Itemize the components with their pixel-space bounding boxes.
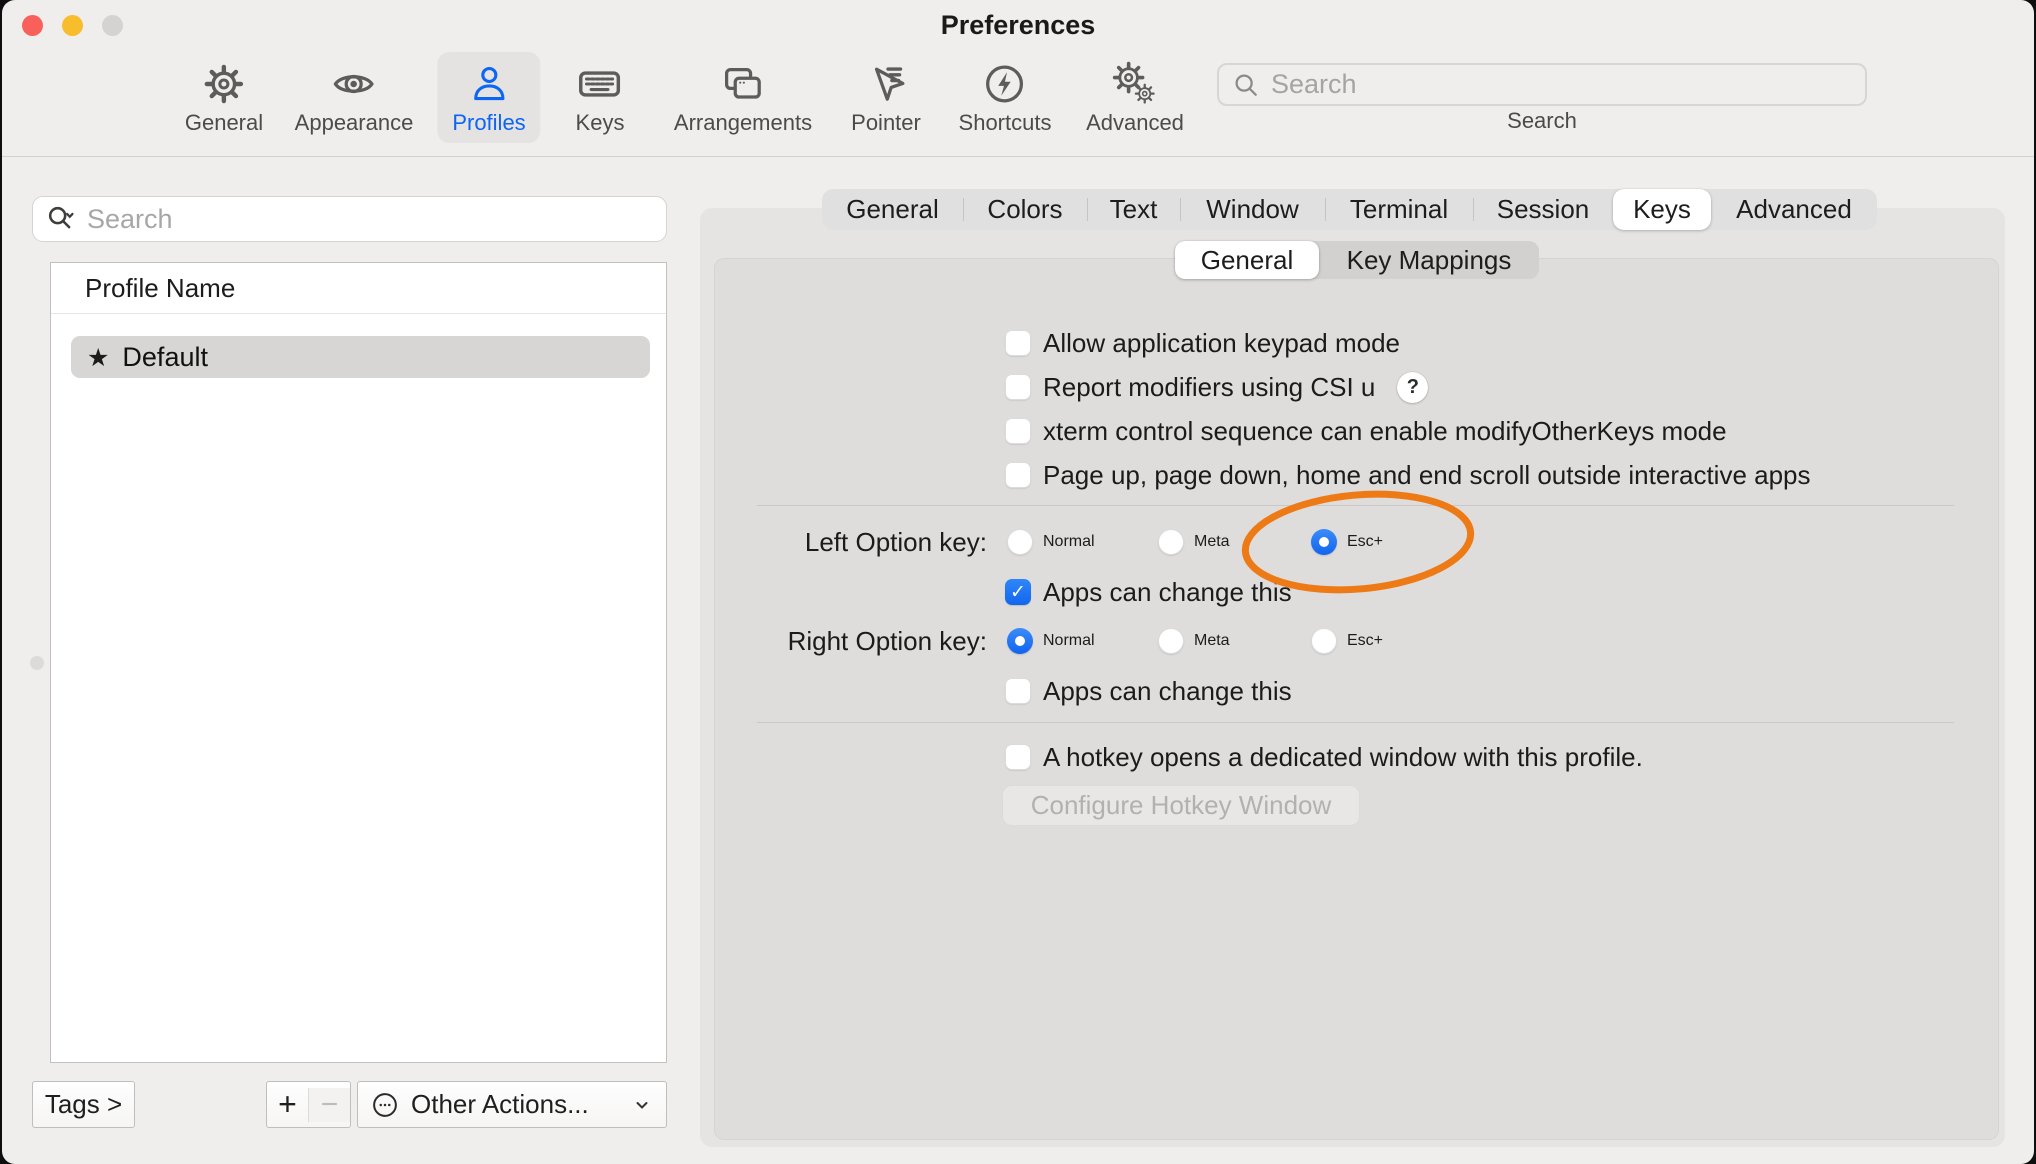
profile-row-default[interactable]: ★ Default: [71, 336, 650, 378]
splitter-dot: [30, 656, 44, 670]
radio-right-meta[interactable]: Meta: [1158, 628, 1230, 654]
checkbox-box: [1005, 374, 1031, 400]
radio-left-meta[interactable]: Meta: [1158, 529, 1230, 555]
toolbar-search-input[interactable]: [1269, 68, 1853, 101]
add-profile-button[interactable]: +: [267, 1086, 308, 1123]
ellipsis-circle-icon: [370, 1090, 400, 1120]
other-actions-label: Other Actions...: [411, 1089, 589, 1120]
toolbar-divider: [2, 156, 2034, 157]
subtab-key-mappings[interactable]: Key Mappings: [1319, 241, 1539, 279]
help-button[interactable]: ?: [1397, 372, 1428, 403]
toolbar-item-pointer[interactable]: Pointer: [836, 52, 936, 143]
profile-list-header: Profile Name: [51, 263, 666, 314]
checkbox-hotkey-window[interactable]: A hotkey opens a dedicated window with t…: [1005, 744, 1643, 770]
tab-separator: [963, 198, 964, 221]
tab-session[interactable]: Session: [1473, 189, 1613, 230]
radio-circle: [1158, 628, 1184, 654]
right-option-label: Right Option key:: [707, 628, 987, 654]
checkbox-modify-other-keys[interactable]: xterm control sequence can enable modify…: [1005, 418, 1727, 444]
screen: Preferences General Appearance Profiles: [0, 0, 2036, 1164]
checkbox-box: [1005, 330, 1031, 356]
radio-right-esc[interactable]: Esc+: [1311, 628, 1383, 654]
other-actions-dropdown[interactable]: Other Actions...: [357, 1081, 667, 1128]
profile-list: Profile Name ★ Default: [50, 262, 667, 1063]
configure-hotkey-window-button[interactable]: Configure Hotkey Window: [1002, 785, 1360, 826]
keyboard-icon: [577, 61, 623, 107]
tab-window[interactable]: Window: [1180, 189, 1325, 230]
toolbar-search-field[interactable]: [1217, 63, 1867, 106]
tab-keys[interactable]: Keys: [1613, 189, 1711, 230]
radio-circle: [1311, 628, 1337, 654]
bolt-circle-icon: [982, 61, 1028, 107]
annotation-ellipse: [1235, 483, 1485, 605]
toolbar-item-arrangements[interactable]: Arrangements: [659, 52, 827, 143]
toolbar-search-label: Search: [1392, 108, 1692, 134]
radio-circle: [1158, 529, 1184, 555]
radio-circle: [1007, 529, 1033, 555]
subtab-general[interactable]: General: [1175, 241, 1319, 279]
window-title: Preferences: [2, 10, 2034, 41]
radio-right-normal[interactable]: Normal: [1007, 628, 1095, 654]
profile-search-field[interactable]: [32, 196, 667, 242]
profile-name: Default: [122, 342, 208, 373]
eye-icon: [331, 61, 377, 107]
search-icon: [1231, 70, 1261, 100]
cursor-icon: [863, 61, 909, 107]
profile-tabbar: General Colors Text Window Terminal Sess…: [822, 189, 1877, 230]
radio-circle: [1007, 628, 1033, 654]
keys-subtabbar: General Key Mappings: [1175, 241, 1539, 279]
toolbar-item-keys[interactable]: Keys: [561, 52, 640, 143]
tab-text[interactable]: Text: [1087, 189, 1180, 230]
checkbox-box: [1005, 678, 1031, 704]
person-icon: [466, 61, 512, 107]
tab-colors[interactable]: Colors: [963, 189, 1087, 230]
gears-icon: [1112, 61, 1158, 107]
section-divider: [757, 722, 1954, 723]
toolbar-item-general[interactable]: General: [170, 52, 278, 143]
gear-icon: [201, 61, 247, 107]
tab-separator: [1087, 198, 1088, 221]
chevron-down-icon: [630, 1093, 654, 1117]
tab-separator: [1180, 198, 1181, 221]
checkbox-box: [1005, 462, 1031, 488]
tags-button[interactable]: Tags >: [32, 1081, 135, 1128]
toolbar-item-advanced[interactable]: Advanced: [1071, 52, 1199, 143]
checkbox-right-apps-can-change[interactable]: Apps can change this: [1005, 678, 1292, 704]
tab-separator: [1325, 198, 1326, 221]
checkbox-keypad-mode[interactable]: Allow application keypad mode: [1005, 330, 1400, 356]
windows-icon: [720, 61, 766, 107]
add-remove-group: + −: [266, 1081, 351, 1128]
tab-terminal[interactable]: Terminal: [1325, 189, 1473, 230]
toolbar-item-profiles[interactable]: Profiles: [437, 52, 540, 143]
left-option-label: Left Option key:: [707, 529, 987, 555]
tab-general[interactable]: General: [822, 189, 963, 230]
search-menu-icon: [45, 203, 77, 235]
profile-search-input[interactable]: [85, 203, 654, 236]
toolbar-item-shortcuts[interactable]: Shortcuts: [944, 52, 1067, 143]
preferences-window: Preferences General Appearance Profiles: [2, 0, 2034, 1164]
checkbox-csi-u[interactable]: Report modifiers using CSI u ?: [1005, 374, 1428, 400]
tab-separator: [1473, 198, 1474, 221]
remove-profile-button[interactable]: −: [308, 1088, 350, 1122]
toolbar-item-appearance[interactable]: Appearance: [280, 52, 429, 143]
tab-advanced[interactable]: Advanced: [1711, 189, 1877, 230]
checkbox-box: [1005, 579, 1031, 605]
checkbox-box: [1005, 744, 1031, 770]
star-icon: ★: [87, 343, 109, 372]
radio-left-normal[interactable]: Normal: [1007, 529, 1095, 555]
checkbox-box: [1005, 418, 1031, 444]
